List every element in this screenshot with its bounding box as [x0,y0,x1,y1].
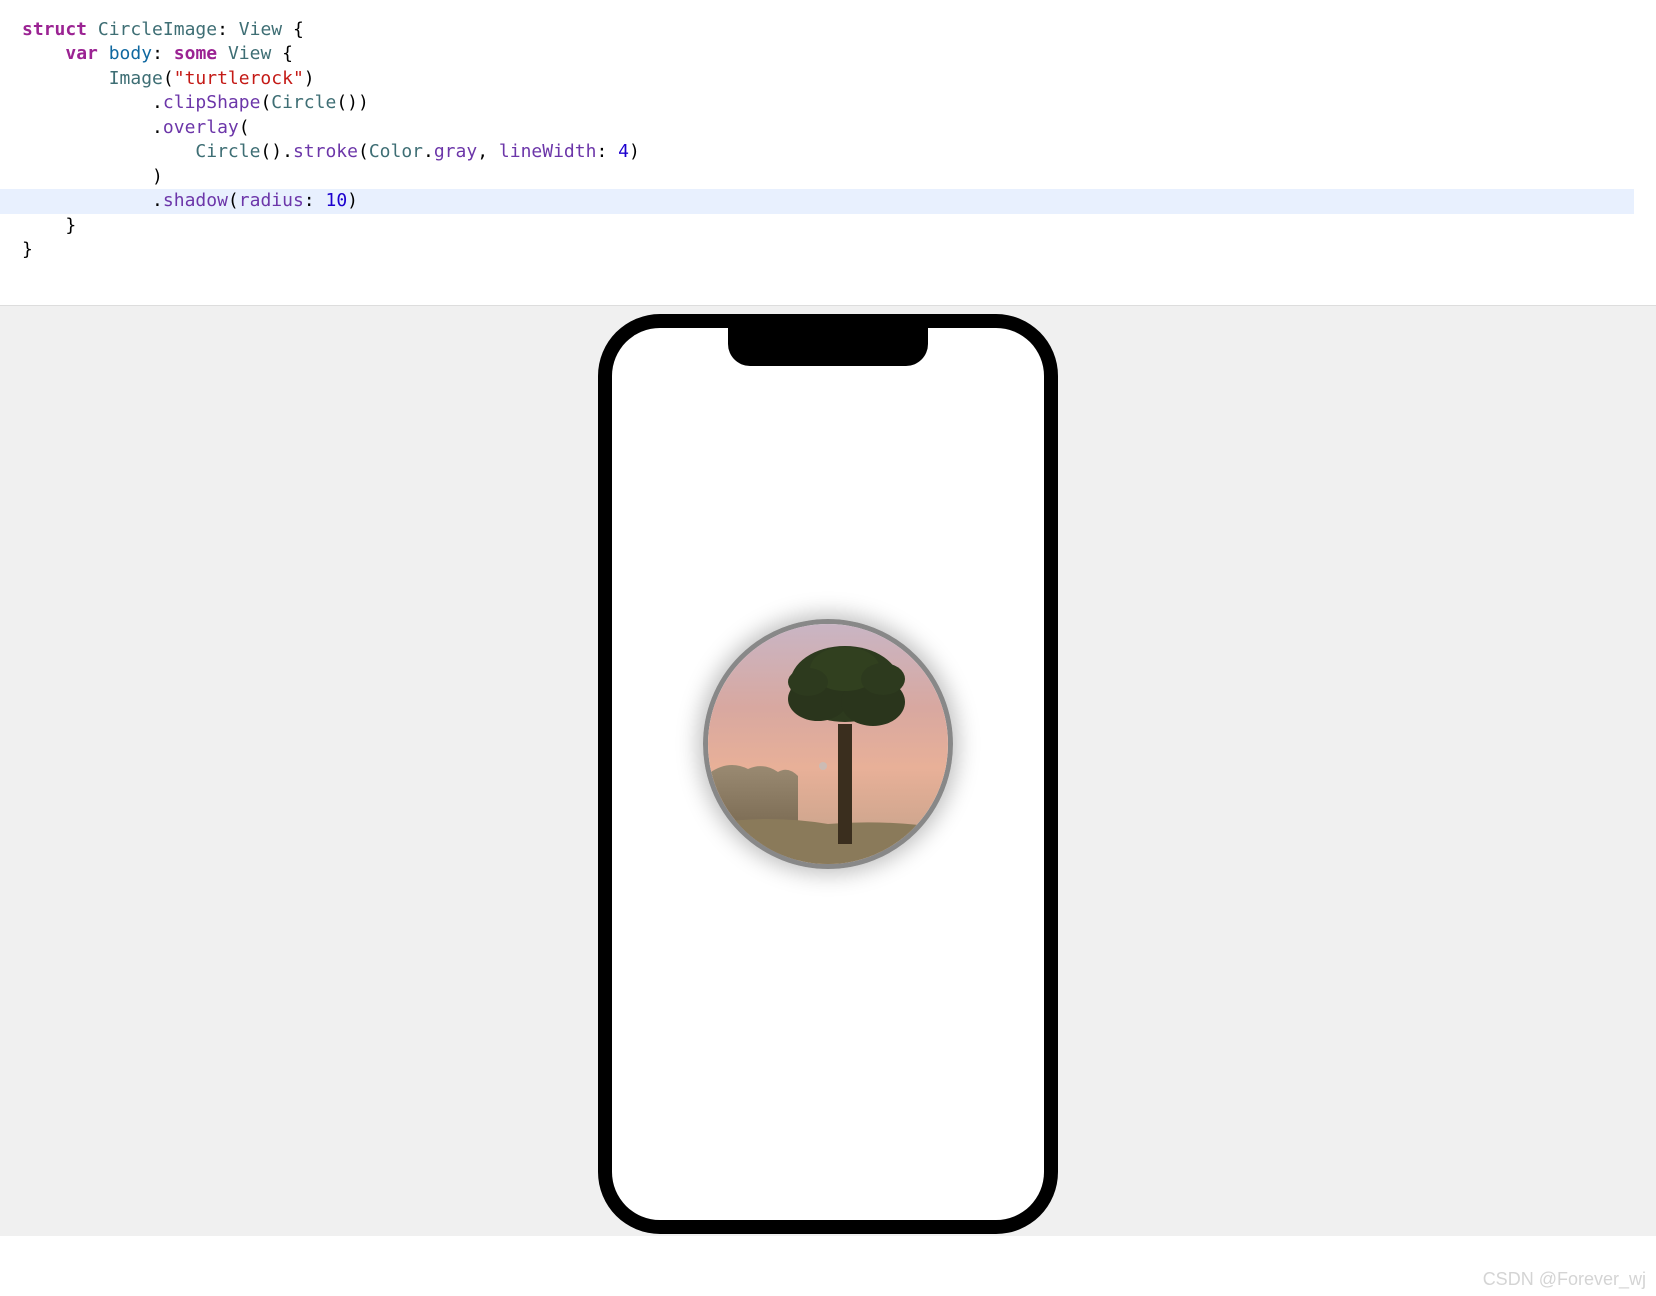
code-line: ) [22,165,1656,189]
code-line: Image("turtlerock") [22,67,1656,91]
code-line: .overlay( [22,116,1656,140]
circle-image-preview [703,619,953,869]
code-line: } [22,238,1656,262]
code-line: var body: some View { [22,42,1656,66]
code-line: .clipShape(Circle()) [22,91,1656,115]
iphone-frame [598,314,1058,1234]
iphone-notch [728,328,928,366]
turtlerock-image [708,624,948,864]
code-line: struct CircleImage: View { [22,18,1656,42]
code-editor[interactable]: struct CircleImage: View { var body: som… [0,0,1656,306]
code-line: Circle().stroke(Color.gray, lineWidth: 4… [22,140,1656,164]
iphone-screen [612,328,1044,1220]
code-line: } [22,214,1656,238]
watermark: CSDN @Forever_wj [1483,1269,1646,1290]
preview-canvas[interactable] [0,306,1656,1236]
code-line-highlighted: .shadow(radius: 10) [0,189,1634,213]
code-line-blank [22,263,1656,287]
